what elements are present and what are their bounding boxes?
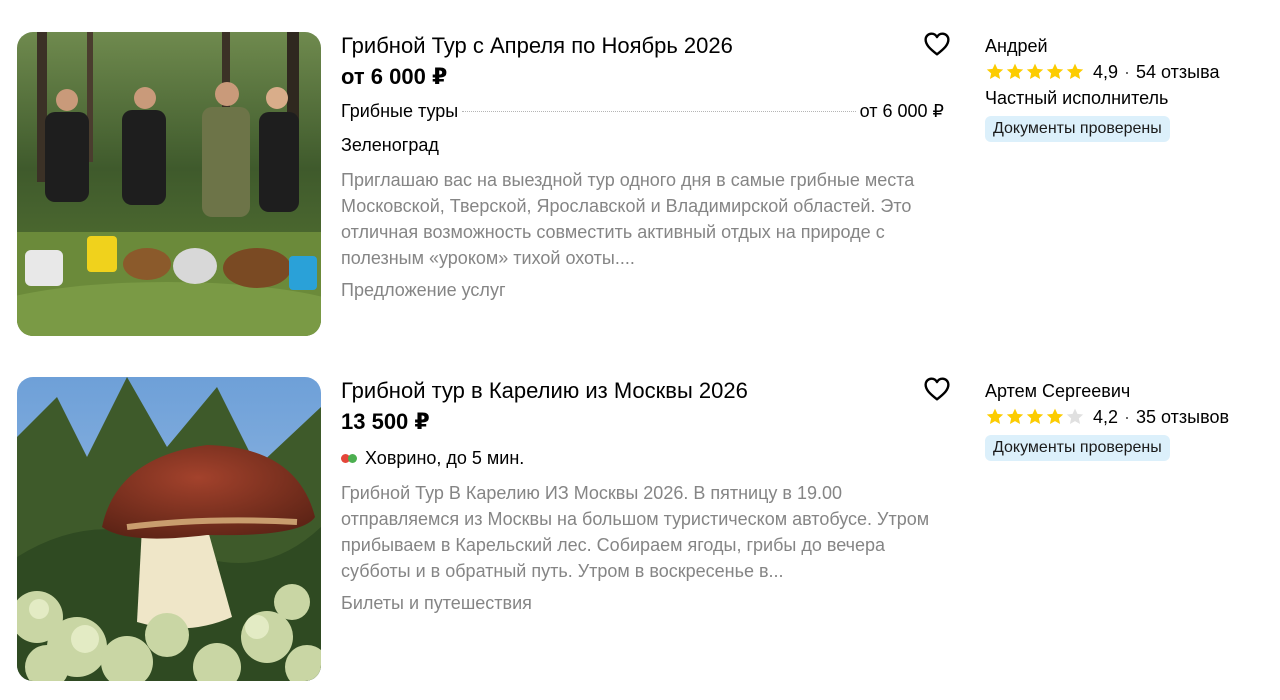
- star-icon: [1026, 63, 1044, 79]
- listing-card[interactable]: Грибной тур в Карелию из Москвы 2026 13 …: [0, 377, 1280, 687]
- listing-title[interactable]: Грибной тур в Карелию из Москвы 2026: [341, 377, 951, 405]
- rating-stars: [985, 62, 1085, 82]
- rating-stars: [985, 407, 1085, 427]
- listing-city: Зеленоград: [341, 135, 439, 155]
- rating-value: 4,9: [1093, 62, 1119, 82]
- param-label: Грибные туры: [341, 101, 459, 121]
- star-icon: [1006, 63, 1024, 79]
- star-empty-icon: [1066, 408, 1084, 424]
- metro-text: Ховрино, до 5 мин.: [365, 448, 525, 468]
- star-icon: [986, 63, 1004, 79]
- reviews-link[interactable]: 54 отзыва: [1136, 60, 1219, 84]
- star-icon: [1046, 408, 1064, 424]
- star-icon: [986, 408, 1004, 424]
- documents-verified-badge: Документы проверены: [985, 116, 1170, 142]
- listing-photo[interactable]: [17, 377, 321, 681]
- listing-category: Билеты и путешествия: [341, 593, 532, 613]
- listing-photo[interactable]: [17, 32, 321, 336]
- star-icon: [1026, 408, 1044, 424]
- heart-outline-icon[interactable]: [924, 377, 952, 403]
- mushroom-photo: [17, 377, 321, 681]
- separator-dot: ·: [1124, 62, 1131, 82]
- star-icon: [1046, 63, 1064, 79]
- price-param-row: Грибные туры от 6 000 ₽: [341, 99, 944, 123]
- listing-price: 13 500 ₽: [341, 409, 430, 434]
- seller-name[interactable]: Андрей: [985, 34, 1275, 58]
- listing-title[interactable]: Грибной Тур с Апреля по Ноябрь 2026: [341, 32, 951, 60]
- forest-group-photo: [17, 32, 321, 336]
- heart-outline-icon[interactable]: [924, 32, 952, 58]
- documents-verified-badge: Документы проверены: [985, 435, 1170, 461]
- metro-station: Ховрино, до 5 мин.: [341, 446, 951, 470]
- listing-category: Предложение услуг: [341, 280, 506, 300]
- listing-description: Грибной Тур В Карелию ИЗ Москвы 2026. В …: [341, 483, 930, 581]
- seller-rating: 4,9 · 54 отзыва: [985, 60, 1275, 84]
- seller-type: Частный исполнитель: [985, 88, 1169, 108]
- metro-line-icon: [341, 453, 357, 463]
- star-icon: [1066, 63, 1084, 79]
- seller-rating: 4,2 · 35 отзывов: [985, 405, 1275, 429]
- seller-block: Артем Сергеевич 4,2 · 35 отзывов Докумен…: [985, 379, 1275, 461]
- param-value: от 6 000 ₽: [859, 101, 944, 121]
- seller-block: Андрей 4,9 · 54 отзыва Частный исполните…: [985, 34, 1275, 142]
- rating-value: 4,2: [1093, 407, 1119, 427]
- listing-description: Приглашаю вас на выездной тур одного дня…: [341, 170, 915, 268]
- separator-dot: ·: [1124, 407, 1131, 427]
- listing-price: от 6 000 ₽: [341, 64, 448, 89]
- dotted-leader: [462, 111, 856, 112]
- listing-card[interactable]: Грибной Тур с Апреля по Ноябрь 2026 от 6…: [0, 32, 1280, 342]
- reviews-link[interactable]: 35 отзывов: [1136, 405, 1229, 429]
- seller-name[interactable]: Артем Сергеевич: [985, 379, 1275, 403]
- star-icon: [1006, 408, 1024, 424]
